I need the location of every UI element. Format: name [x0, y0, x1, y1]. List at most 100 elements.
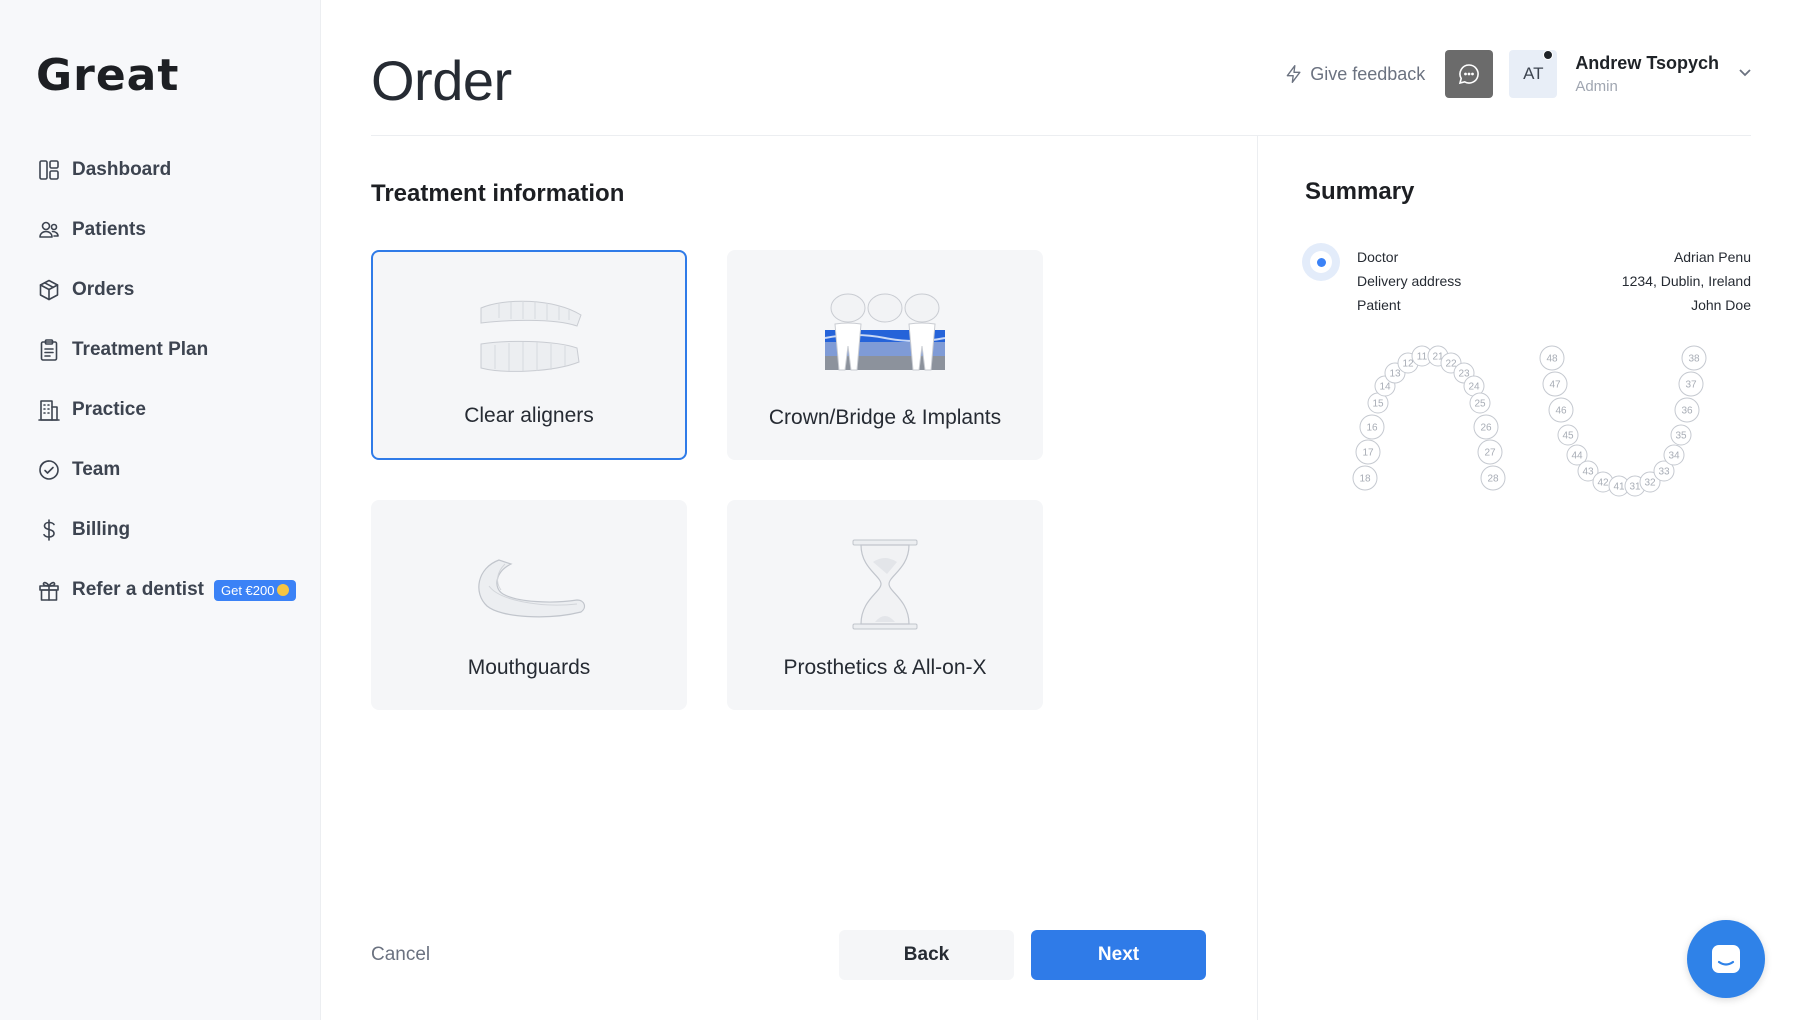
give-feedback-button[interactable]: Give feedback	[1284, 64, 1425, 85]
tooth-34[interactable]: 34	[1663, 444, 1685, 466]
tooth-47[interactable]: 47	[1542, 371, 1568, 397]
back-button[interactable]: Back	[839, 930, 1014, 980]
tooth-27[interactable]: 27	[1477, 439, 1503, 465]
clipboard-icon	[36, 337, 62, 363]
sidebar-item-practice[interactable]: Practice	[36, 380, 306, 440]
tooth-number: 38	[1688, 354, 1700, 365]
sidebar-item-label: Billing	[72, 519, 131, 540]
teeth-chart[interactable]: 1817161514131211 212223242526272848474645…	[1350, 340, 1750, 510]
sidebar-item-dashboard[interactable]: Dashboard	[36, 140, 306, 200]
sidebar-item-label: Practice	[72, 399, 146, 420]
summary-row-patient: Patient John Doe	[1357, 296, 1751, 320]
tooth-number: 48	[1546, 354, 1558, 365]
tooth-number: 32	[1644, 478, 1656, 489]
hourglass-illustration	[815, 538, 955, 633]
sidebar-item-label: Patients	[72, 219, 146, 240]
clear-aligners-illustration	[459, 290, 599, 385]
card-crown-bridge-implants[interactable]: Crown/Bridge & Implants	[727, 250, 1043, 460]
header-divider	[371, 135, 1751, 136]
tooth-17[interactable]: 17	[1355, 439, 1381, 465]
sidebar-nav: Dashboard Patients Orders Treatment Plan…	[36, 140, 306, 620]
tooth-number: 45	[1562, 431, 1574, 442]
summary-value: Adrian Penu	[1673, 249, 1751, 265]
sidebar-item-team[interactable]: Team	[36, 440, 306, 500]
tooth-number: 42	[1597, 478, 1609, 489]
tooth-number: 31	[1629, 482, 1641, 493]
dollar-icon	[36, 517, 62, 543]
tooth-28[interactable]: 28	[1480, 465, 1506, 491]
tooth-46[interactable]: 46	[1548, 397, 1574, 423]
tooth-number: 34	[1668, 451, 1680, 462]
section-title: Treatment information	[371, 180, 625, 207]
lightning-icon	[1286, 65, 1301, 84]
mouthguard-illustration	[459, 538, 599, 633]
tooth-35[interactable]: 35	[1670, 424, 1692, 446]
user-menu[interactable]: Andrew Tsopych Admin	[1575, 53, 1719, 95]
tooth-number: 18	[1359, 474, 1371, 485]
referral-badge: Get €200	[213, 579, 297, 601]
summary-title: Summary	[1305, 178, 1415, 205]
chevron-down-icon[interactable]	[1737, 64, 1753, 85]
sidebar-item-orders[interactable]: Orders	[36, 260, 306, 320]
team-icon	[36, 457, 62, 483]
sidebar-item-patients[interactable]: Patients	[36, 200, 306, 260]
summary-value: John Doe	[1691, 297, 1751, 313]
tooth-number: 24	[1468, 382, 1480, 393]
tooth-18[interactable]: 18	[1352, 465, 1378, 491]
tooth-number: 14	[1379, 382, 1391, 393]
tooth-37[interactable]: 37	[1678, 371, 1704, 397]
sidebar-item-billing[interactable]: Billing	[36, 500, 306, 560]
summary-row-doctor: Doctor Adrian Penu	[1357, 248, 1751, 272]
summary-radio[interactable]	[1302, 243, 1340, 281]
tooth-38[interactable]: 38	[1681, 345, 1707, 371]
sidebar-item-label: Refer a dentist	[72, 579, 204, 600]
card-prosthetics-all-on-x[interactable]: Prosthetics & All-on-X	[727, 500, 1043, 710]
tooth-16[interactable]: 16	[1359, 414, 1385, 440]
tooth-number: 13	[1389, 369, 1401, 380]
tooth-number: 15	[1372, 399, 1384, 410]
tooth-number: 17	[1362, 448, 1374, 459]
referral-badge-text: Get €200	[220, 582, 275, 598]
chat-button[interactable]	[1445, 50, 1494, 98]
support-chat-button[interactable]	[1687, 920, 1765, 998]
page-title: Order	[371, 49, 512, 112]
summary-value: 1234, Dublin, Ireland	[1621, 273, 1751, 289]
card-mouthguards[interactable]: Mouthguards	[371, 500, 687, 710]
avatar[interactable]: AT	[1509, 50, 1558, 98]
tooth-number: 44	[1571, 451, 1583, 462]
sidebar-item-refer-a-dentist[interactable]: Refer a dentist Get €200	[36, 560, 306, 620]
card-label: Crown/Bridge & Implants	[768, 406, 1002, 429]
sidebar: Great Dashboard Patients Orders Treatmen…	[0, 0, 321, 1020]
sidebar-item-label: Orders	[72, 279, 135, 300]
cancel-button[interactable]: Cancel	[371, 944, 430, 966]
chat-widget-icon	[1712, 945, 1740, 973]
tooth-36[interactable]: 36	[1674, 397, 1700, 423]
tooth-number: 37	[1685, 380, 1697, 391]
tooth-25[interactable]: 25	[1469, 392, 1491, 414]
tooth-number: 47	[1549, 380, 1561, 391]
tooth-45[interactable]: 45	[1557, 424, 1579, 446]
patients-icon	[36, 217, 62, 243]
summary-details: Doctor Adrian Penu Delivery address 1234…	[1357, 248, 1751, 320]
card-clear-aligners[interactable]: Clear aligners	[371, 250, 687, 460]
sidebar-item-label: Dashboard	[72, 159, 172, 180]
avatar-initials: AT	[1523, 64, 1544, 83]
tooth-number: 43	[1582, 467, 1594, 478]
card-label: Clear aligners	[464, 404, 594, 427]
tooth-26[interactable]: 26	[1473, 414, 1499, 440]
user-name: Andrew Tsopych	[1575, 53, 1719, 73]
tooth-number: 16	[1366, 423, 1378, 434]
next-button[interactable]: Next	[1031, 930, 1206, 980]
tooth-48[interactable]: 48	[1539, 345, 1565, 371]
tooth-number: 33	[1658, 467, 1670, 478]
tooth-number: 28	[1487, 474, 1499, 485]
header-actions: Give feedback AT Andrew Tsopych Admin	[1284, 50, 1753, 98]
tooth-number: 26	[1480, 423, 1492, 434]
tooth-number: 25	[1474, 399, 1486, 410]
status-dot	[1543, 50, 1554, 60]
tooth-number: 41	[1613, 482, 1625, 493]
smile-emoji-icon	[277, 584, 290, 596]
sidebar-item-treatment-plan[interactable]: Treatment Plan	[36, 320, 306, 380]
app-logo[interactable]: Great	[36, 50, 179, 101]
content-divider	[1257, 136, 1258, 1020]
